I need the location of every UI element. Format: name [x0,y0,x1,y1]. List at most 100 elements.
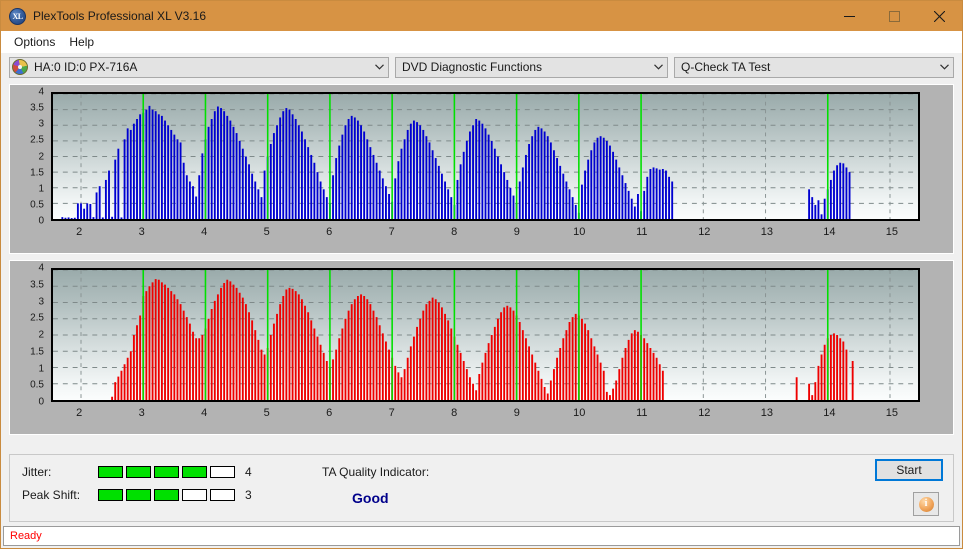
x-tick-label: 7 [388,226,395,238]
chart-bar [126,357,129,400]
function-group-select-value: DVD Diagnostic Functions [402,60,543,74]
chart-bar [397,372,400,400]
chart-bar [590,338,593,400]
chart-bar [123,364,126,400]
chart-bar [829,179,832,219]
chart-bar [612,151,615,219]
status-bar: Ready [3,526,960,546]
chart-bar [288,287,291,400]
chart-bar [434,299,437,400]
chart-bar [350,115,353,219]
chart-bar [173,134,176,219]
chart-bar [251,173,254,219]
x-tick-label: 3 [138,407,145,419]
chart-bar [185,175,188,219]
menu-item-help[interactable]: Help [62,33,101,51]
x-tick-label: 6 [326,226,333,238]
chart-bar [437,165,440,219]
chart-bar [556,158,559,219]
chart-bar [61,217,64,219]
chart-bar [235,287,238,400]
chart-bar [254,181,257,219]
disc-icon [12,59,28,75]
chart-bar [291,288,294,400]
chart-bar [201,153,204,219]
chart-bar [593,142,596,219]
peak-shift-label: Peak Shift: [22,488,81,502]
chart-bar [422,129,425,219]
chart-bar [531,354,534,400]
drive-select[interactable]: HA:0 ID:0 PX-716A [9,56,389,78]
start-button[interactable]: Start [875,459,943,481]
chart-bar [232,284,235,400]
chart-bar [602,137,605,219]
close-icon[interactable] [917,1,962,31]
chart-bar [235,133,238,219]
chart-bar [534,129,537,219]
chart-bar [845,349,848,400]
chart-bar [652,352,655,400]
maximize-icon[interactable] [872,1,917,31]
chart-bar [447,189,450,219]
function-group-select[interactable]: DVD Diagnostic Functions [395,56,668,78]
chart-bar [546,393,549,400]
chart-bar [192,331,194,400]
minimize-icon[interactable] [827,1,872,31]
y-tick-label: 3 [38,118,44,130]
y-tick-label: 0.5 [30,199,44,211]
chart-bar [503,307,506,400]
test-select[interactable]: Q-Check TA Test [674,56,954,78]
chart-bar [618,167,621,219]
chart-bar [624,348,627,400]
chart-bar [126,128,129,219]
y-tick-label: 0.5 [30,379,44,391]
chart-bar [565,181,568,219]
chart-bar [201,335,204,400]
chart-bar [633,330,636,400]
chart-bar [643,190,646,219]
chart-bar [369,147,372,219]
chart-bar [226,279,229,400]
chart-bar [568,189,571,219]
menu-item-options[interactable]: Options [7,33,62,51]
chart-bar [462,361,465,400]
chart-bar [120,370,123,400]
x-tick-label: 9 [513,226,520,238]
chart-bar [649,348,652,400]
chart-bar [148,105,151,219]
x-tick-label: 3 [138,226,145,238]
chart-bar [356,296,359,400]
chart-bar [633,206,636,219]
chart-bar [313,162,316,219]
chart-bar [347,310,350,400]
chart-bar [412,336,415,400]
info-button[interactable]: i [913,492,939,516]
chart-bar [584,170,587,219]
status-text: Ready [10,530,42,542]
chart-bar [419,125,422,219]
chart-bar [528,346,530,400]
app-window: XL PlexTools Professional XL V3.16 Optio… [0,0,963,549]
chart-bar [285,289,288,400]
chart-bar [521,167,524,219]
chart-bar [198,338,201,400]
chart-bar [294,291,297,400]
chart-bar [528,144,530,219]
chart-bar [129,351,132,400]
chart-bar [836,165,839,219]
chart-bar [310,320,313,400]
chart-bar [509,187,512,219]
chart-bar [86,203,89,219]
ta-quality-block: TA Quality Indicator: Good [322,465,429,506]
chart-bar [500,164,502,219]
y-tick-label: 3.5 [30,102,44,114]
chart-bar [207,318,210,400]
chart-bar [304,305,306,400]
title-bar: XL PlexTools Professional XL V3.16 [1,1,962,31]
chart-bar [244,156,247,219]
chart-bar [148,286,151,400]
chart-bar [381,178,384,219]
chart-bar [108,170,110,219]
chart-bar [587,330,590,400]
chart-bar [366,139,369,219]
